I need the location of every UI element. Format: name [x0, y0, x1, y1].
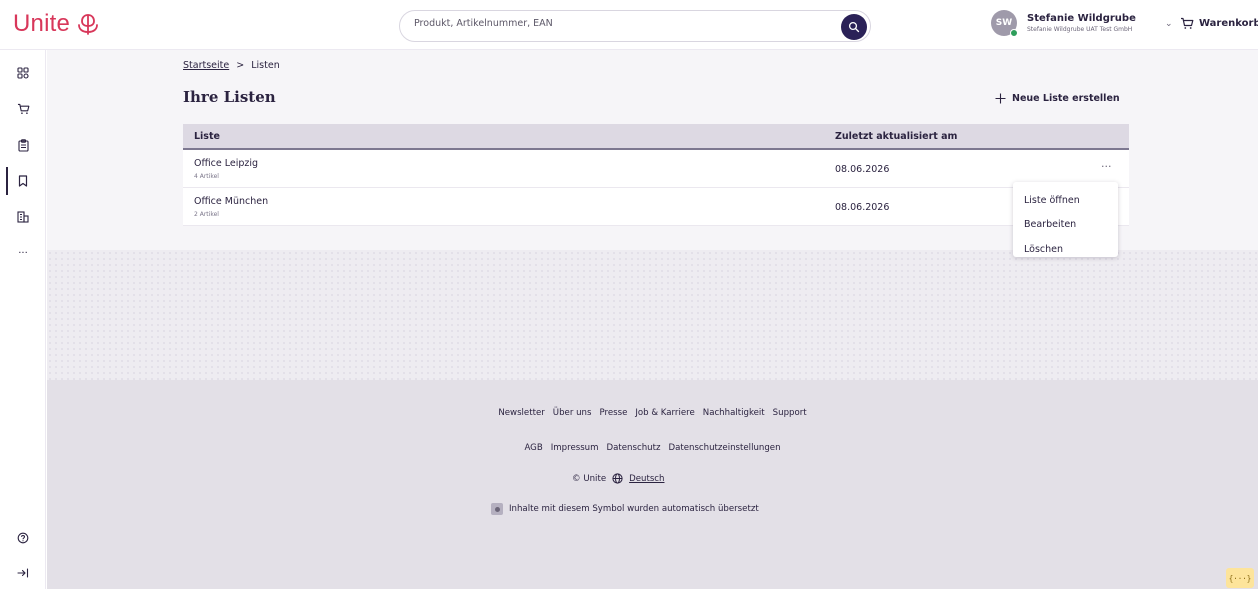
- footer-links-legal: AGB Impressum Datenschutz Datenschutzein…: [47, 443, 1258, 453]
- plus-icon: [995, 93, 1006, 104]
- sidebar-item-dashboard[interactable]: [0, 55, 46, 91]
- sidebar-item-orders[interactable]: [0, 127, 46, 163]
- footer-link-support[interactable]: Support: [773, 408, 807, 418]
- footer-link-imprint[interactable]: Impressum: [551, 443, 599, 453]
- table-header: Liste Zuletzt aktualisiert am: [183, 124, 1129, 150]
- user-name: Stefanie Wildgrube: [1027, 12, 1136, 24]
- footer-link-newsletter[interactable]: Newsletter: [498, 408, 544, 418]
- menu-item-edit[interactable]: Bearbeiten: [1013, 213, 1118, 238]
- bookmark-icon: [18, 175, 28, 187]
- column-header-name: Liste: [194, 131, 220, 142]
- decorative-pattern: [47, 250, 1258, 380]
- expand-icon: [17, 568, 29, 578]
- unite-logo-icon: [78, 14, 98, 35]
- user-company: Stefanie Wildgrube UAT Test GmbH: [1027, 25, 1133, 33]
- building-icon: [17, 211, 29, 223]
- footer-link-press[interactable]: Presse: [599, 408, 627, 418]
- lists-table: Liste Zuletzt aktualisiert am Office Lei…: [183, 124, 1129, 226]
- avatar-initials: SW: [995, 18, 1013, 28]
- list-item-count: 2 Artikel: [194, 211, 219, 218]
- cart-icon: [1181, 17, 1194, 29]
- globe-icon: [612, 473, 623, 484]
- page-title: Ihre Listen: [183, 88, 276, 106]
- footer-link-careers[interactable]: Job & Karriere: [635, 408, 694, 418]
- chevron-down-icon[interactable]: ⌄: [1165, 19, 1173, 29]
- sidebar-item-help[interactable]: [0, 520, 46, 556]
- more-icon: ···: [18, 247, 28, 259]
- breadcrumb: Startseite > Listen: [183, 60, 280, 71]
- footer-copyright-row: © Unite Deutsch: [572, 473, 664, 484]
- brand-name: Unite: [13, 10, 71, 37]
- list-item-count: 4 Artikel: [194, 173, 219, 180]
- menu-item-delete[interactable]: Löschen: [1013, 237, 1118, 262]
- breadcrumb-current: Listen: [251, 60, 280, 71]
- footer-link-privacy-settings[interactable]: Datenschutzeinstellungen: [668, 443, 780, 453]
- list-name[interactable]: Office Leipzig: [194, 158, 258, 169]
- table-row[interactable]: Office München 2 Artikel 08.06.2026: [183, 188, 1129, 226]
- footer-link-agb[interactable]: AGB: [524, 443, 542, 453]
- new-list-label: Neue Liste erstellen: [1012, 93, 1120, 104]
- sidebar: ···: [0, 50, 46, 589]
- cart-icon: [17, 103, 29, 114]
- main-content: Startseite > Listen Ihre Listen Neue Lis…: [47, 50, 1258, 589]
- search-button[interactable]: [841, 14, 867, 40]
- translation-note: Inhalte mit diesem Symbol wurden automat…: [491, 503, 759, 515]
- user-info: Stefanie Wildgrube Stefanie Wildgrube UA…: [1027, 13, 1136, 34]
- search-input[interactable]: [414, 18, 834, 29]
- sidebar-expand-toggle[interactable]: [0, 555, 46, 589]
- online-status-dot: [1010, 29, 1018, 37]
- language-selector[interactable]: Deutsch: [629, 474, 664, 484]
- clipboard-icon: [17, 138, 29, 152]
- footer-link-about[interactable]: Über uns: [553, 408, 592, 418]
- list-name[interactable]: Office München: [194, 196, 268, 207]
- search-bar[interactable]: [399, 10, 871, 42]
- grid-icon: [17, 67, 29, 79]
- sidebar-item-company[interactable]: [0, 199, 46, 235]
- copyright-text: © Unite: [572, 473, 607, 484]
- column-header-date: Zuletzt aktualisiert am: [835, 131, 958, 142]
- cart-button[interactable]: Warenkorb: [1180, 17, 1258, 30]
- new-list-button[interactable]: Neue Liste erstellen: [995, 93, 1120, 104]
- dev-tools-badge[interactable]: {···}: [1226, 568, 1254, 588]
- sidebar-item-lists[interactable]: [0, 163, 46, 199]
- sidebar-item-cart[interactable]: [0, 91, 46, 127]
- auto-translate-icon: [491, 503, 503, 515]
- breadcrumb-home-link[interactable]: Startseite: [183, 60, 229, 71]
- row-actions-more-icon[interactable]: ···: [1101, 160, 1112, 173]
- translation-note-text: Inhalte mit diesem Symbol wurden automat…: [509, 504, 759, 514]
- footer-links-primary: Newsletter Über uns Presse Job & Karrier…: [47, 408, 1258, 418]
- table-row[interactable]: Office Leipzig 4 Artikel 08.06.2026 ···: [183, 150, 1129, 188]
- footer-link-sustainability[interactable]: Nachhaltigkeit: [703, 408, 765, 418]
- help-icon: [17, 532, 29, 544]
- list-updated-date: 08.06.2026: [835, 202, 890, 213]
- cart-label: Warenkorb: [1199, 18, 1258, 29]
- search-icon: [848, 21, 860, 33]
- avatar: SW: [991, 10, 1018, 37]
- top-header: Unite SW Stefanie Wildgrube Stefanie Wil…: [0, 0, 1258, 50]
- user-menu[interactable]: SW Stefanie Wildgrube Stefanie Wildgrube…: [991, 10, 1173, 37]
- breadcrumb-separator: >: [236, 60, 245, 71]
- list-updated-date: 08.06.2026: [835, 164, 890, 175]
- row-context-menu: Liste öffnen Bearbeiten Löschen: [1013, 182, 1118, 257]
- menu-item-open-list[interactable]: Liste öffnen: [1013, 188, 1118, 213]
- brand-logo[interactable]: Unite: [13, 10, 100, 38]
- sidebar-item-more[interactable]: ···: [0, 235, 46, 271]
- footer-link-privacy[interactable]: Datenschutz: [607, 443, 661, 453]
